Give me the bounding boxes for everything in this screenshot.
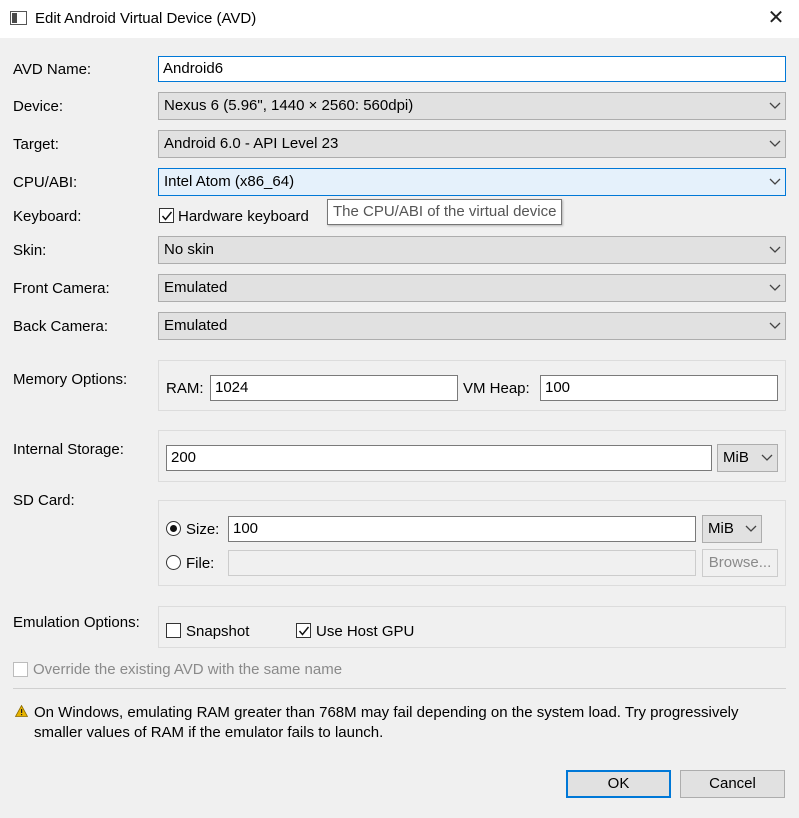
keyboard-label: Keyboard: — [13, 208, 82, 225]
sd-file-label[interactable]: File: — [186, 555, 214, 572]
front-camera-label: Front Camera: — [13, 280, 110, 297]
browse-button[interactable]: Browse... — [702, 549, 778, 577]
sd-file-radio[interactable] — [166, 555, 181, 570]
sd-size-label[interactable]: Size: — [186, 521, 219, 538]
cancel-button[interactable]: Cancel — [680, 770, 785, 798]
override-label: Override the existing AVD with the same … — [33, 661, 343, 678]
warning-message: On Windows, emulating RAM greater than 7… — [34, 704, 739, 741]
skin-select[interactable]: No skin — [158, 236, 786, 264]
chevron-down-icon — [769, 98, 781, 112]
vm-heap-input[interactable]: 100 — [540, 375, 778, 401]
chevron-down-icon — [769, 242, 781, 256]
skin-value: No skin — [164, 241, 215, 258]
device-label: Device: — [13, 98, 64, 115]
front-camera-select[interactable]: Emulated — [158, 274, 786, 302]
hardware-keyboard-checkbox[interactable] — [159, 208, 174, 223]
cpu-abi-tooltip: The CPU/ABI of the virtual device — [327, 199, 563, 225]
skin-label: Skin: — [13, 242, 47, 259]
back-camera-label: Back Camera: — [13, 318, 109, 335]
chevron-down-icon — [769, 318, 781, 332]
chevron-down-icon — [769, 280, 781, 294]
target-value: Android 6.0 - API Level 23 — [164, 135, 339, 152]
back-camera-select[interactable]: Emulated — [158, 312, 786, 340]
sd-size-unit-select[interactable]: MiB — [702, 515, 762, 543]
front-camera-value: Emulated — [164, 279, 228, 296]
internal-storage-unit-select[interactable]: MiB — [717, 444, 778, 472]
device-select[interactable]: Nexus 6 (5.96", 1440 × 2560: 560dpi) — [158, 92, 786, 120]
chevron-down-icon — [745, 521, 757, 535]
emulation-options-group — [158, 606, 786, 648]
ok-button[interactable]: OK — [566, 770, 671, 798]
app-icon — [10, 11, 27, 25]
cpu-abi-label: CPU/ABI: — [13, 174, 78, 191]
internal-storage-label: Internal Storage: — [13, 441, 124, 458]
sd-file-input[interactable] — [228, 550, 696, 576]
ram-input[interactable]: 1024 — [210, 375, 458, 401]
cpu-abi-select[interactable]: Intel Atom (x86_64) — [158, 168, 786, 196]
override-checkbox[interactable] — [13, 662, 28, 677]
target-label: Target: — [13, 136, 59, 153]
internal-storage-input[interactable]: 200 — [166, 445, 712, 471]
use-host-gpu-label[interactable]: Use Host GPU — [316, 623, 414, 640]
sd-size-unit-value: MiB — [708, 520, 734, 537]
sd-card-label: SD Card: — [13, 492, 75, 509]
separator — [13, 688, 786, 689]
ram-label: RAM: — [166, 380, 204, 397]
device-value: Nexus 6 (5.96", 1440 × 2560: 560dpi) — [164, 97, 414, 114]
back-camera-value: Emulated — [164, 317, 228, 334]
sd-size-radio[interactable] — [166, 521, 181, 536]
emulation-options-label: Emulation Options: — [13, 614, 140, 631]
vm-heap-label: VM Heap: — [463, 380, 530, 397]
chevron-down-icon — [761, 450, 773, 464]
snapshot-label[interactable]: Snapshot — [186, 623, 249, 640]
sd-size-input[interactable]: 100 — [228, 516, 696, 542]
internal-storage-unit-value: MiB — [723, 449, 749, 466]
warning-icon — [14, 704, 29, 717]
window-title: Edit Android Virtual Device (AVD) — [35, 10, 257, 27]
snapshot-checkbox[interactable] — [166, 623, 181, 638]
cpu-abi-value: Intel Atom (x86_64) — [164, 173, 295, 190]
chevron-down-icon — [769, 136, 781, 150]
chevron-down-icon — [769, 174, 781, 188]
hardware-keyboard-label[interactable]: Hardware keyboard — [178, 208, 309, 225]
memory-options-label: Memory Options: — [13, 371, 128, 388]
target-select[interactable]: Android 6.0 - API Level 23 — [158, 130, 786, 158]
avd-name-label: AVD Name: — [13, 61, 92, 78]
close-icon[interactable]: ✕ — [760, 4, 792, 32]
use-host-gpu-checkbox[interactable] — [296, 623, 311, 638]
avd-name-input[interactable]: Android6 — [158, 56, 786, 82]
